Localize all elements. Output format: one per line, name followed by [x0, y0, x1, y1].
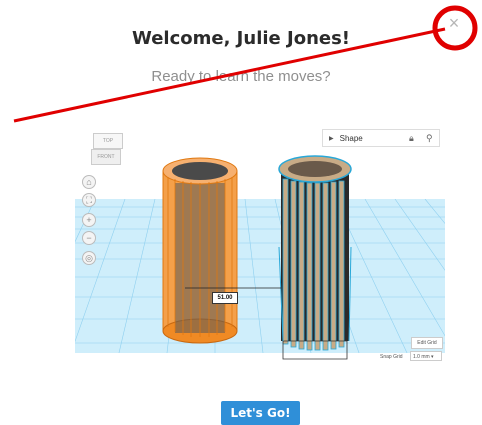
close-icon[interactable]: ×: [446, 14, 462, 32]
shape-panel-label: Shape: [339, 133, 363, 143]
snap-grid-select[interactable]: 1.0 mm ▾: [410, 351, 442, 361]
welcome-title: Welcome, Julie Jones!: [131, 28, 351, 49]
orange-cylinder: [162, 157, 238, 344]
edit-grid-button[interactable]: Edit Grid: [411, 337, 443, 349]
perspective-icon[interactable]: ◎: [82, 251, 96, 265]
home-icon[interactable]: ⌂: [82, 175, 96, 189]
zoom-out-icon[interactable]: −: [82, 231, 96, 245]
pin-icon[interactable]: ⚲: [426, 133, 433, 144]
wooden-cylinder: [278, 155, 352, 360]
fit-icon[interactable]: ⛶: [82, 193, 96, 207]
lock-icon[interactable]: 🔒︎: [409, 133, 414, 144]
workplane-grid: [75, 199, 445, 370]
dimension-label[interactable]: 51.00: [212, 292, 238, 304]
expand-caret-icon[interactable]: ▶: [329, 135, 334, 142]
viewcube-top[interactable]: TOP: [93, 133, 123, 149]
shape-panel[interactable]: ▶ Shape 🔒︎ ⚲: [322, 129, 440, 147]
zoom-in-icon[interactable]: +: [82, 213, 96, 227]
viewcube-front[interactable]: FRONT: [91, 149, 121, 165]
workplane-scene: [75, 155, 445, 370]
tinkercad-viewport-preview: TOP FRONT ⌂ ⛶ + − ◎ ▶ Shape 🔒︎ ⚲ 51.00 E…: [75, 127, 445, 370]
welcome-subtitle: Ready to learn the moves?: [151, 68, 331, 85]
viewcube[interactable]: TOP FRONT: [89, 133, 123, 165]
lets-go-button[interactable]: Let's Go!: [221, 401, 300, 425]
snap-grid-label: Snap Grid: [380, 354, 403, 360]
